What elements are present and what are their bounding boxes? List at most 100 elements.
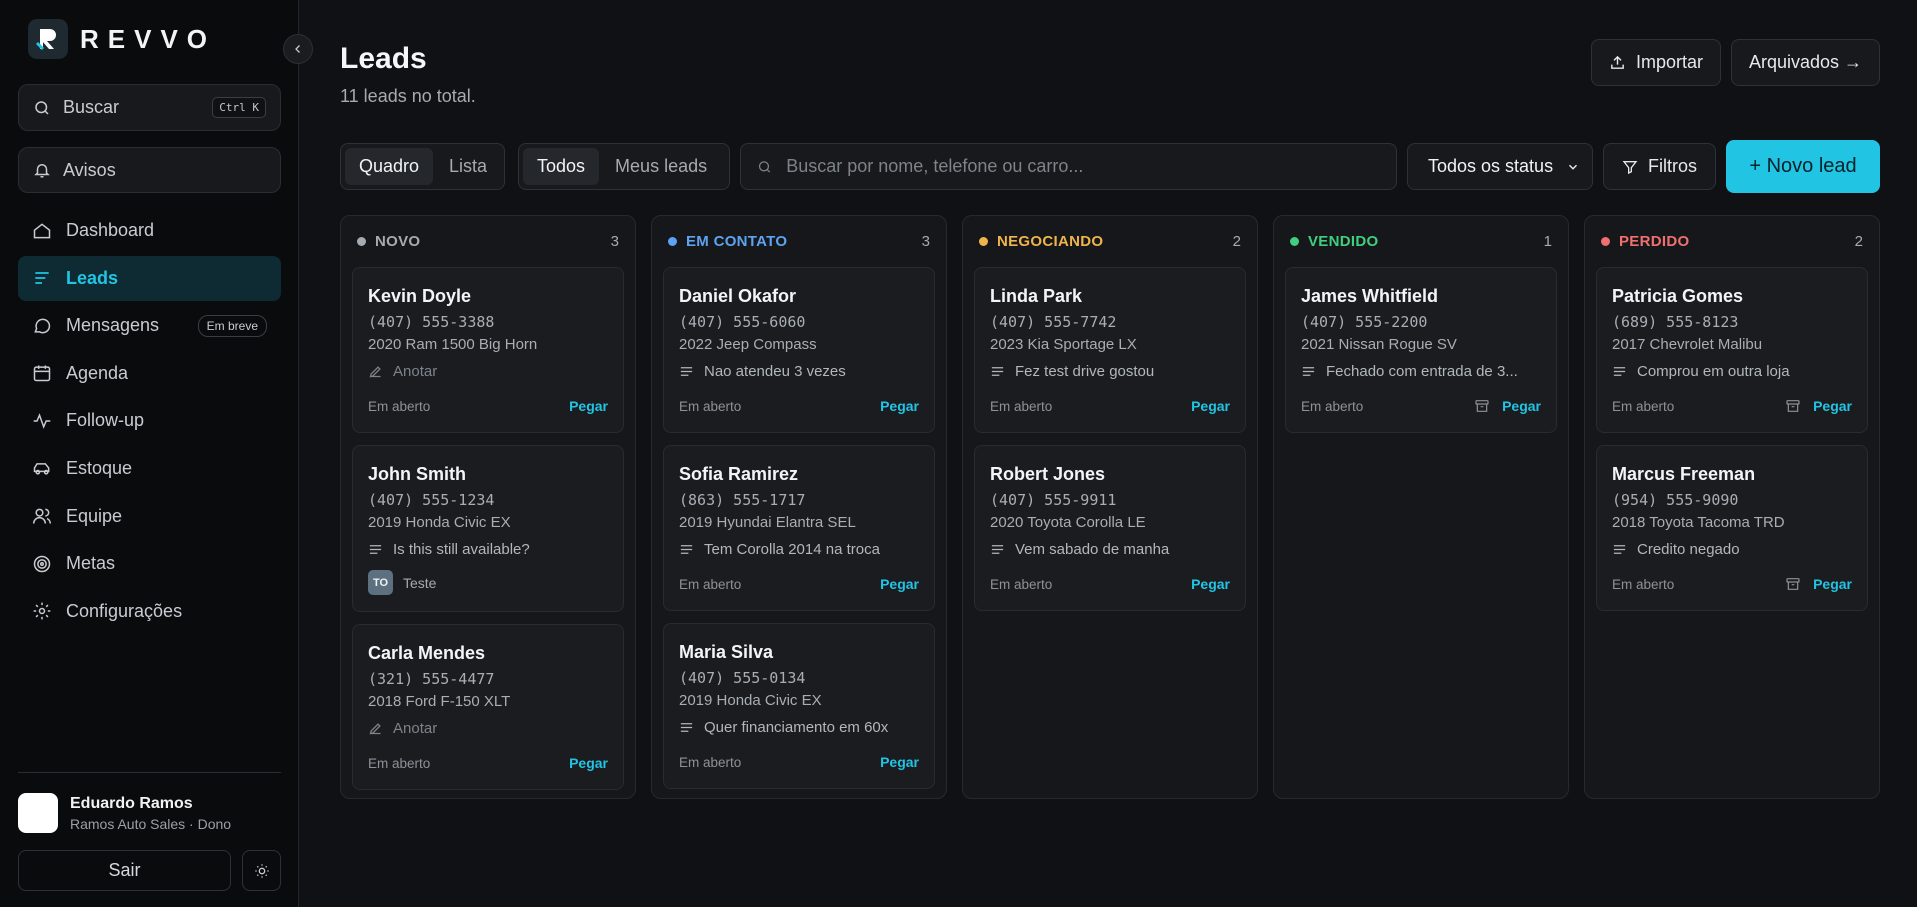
logout-button[interactable]: Sair — [18, 850, 231, 891]
claim-lead-button[interactable]: Pegar — [1502, 398, 1541, 414]
claim-lead-button[interactable]: Pegar — [569, 398, 608, 414]
tab-todos[interactable]: Todos — [523, 148, 600, 185]
lead-status: Em aberto — [1612, 576, 1675, 592]
tab-meus-leads[interactable]: Meus leads — [601, 148, 721, 185]
sidebar-item-leads[interactable]: Leads — [18, 255, 281, 301]
lead-status: Em aberto — [679, 754, 742, 770]
lead-card[interactable]: Sofia Ramirez (863) 555-1717 2019 Hyundai … — [663, 445, 935, 611]
import-button[interactable]: Importar — [1591, 39, 1721, 86]
alerts-button[interactable]: Avisos — [18, 147, 281, 193]
new-lead-button[interactable]: + Novo lead — [1726, 140, 1880, 193]
sidebar-item-equipe[interactable]: Equipe — [18, 494, 281, 539]
claim-lead-button[interactable]: Pegar — [880, 754, 919, 770]
claim-lead-button[interactable]: Pegar — [1813, 576, 1852, 592]
car-icon — [33, 463, 50, 476]
lead-card[interactable]: Daniel Okafor (407) 555-6060 2022 Jeep Com… — [663, 267, 935, 433]
lead-note: Comprou em outra loja — [1612, 363, 1852, 380]
sidebar-item-configuracoes[interactable]: Configurações — [18, 589, 281, 634]
lead-phone: (407) 555-9911 — [990, 491, 1117, 509]
column-count: 3 — [610, 233, 619, 250]
lead-card[interactable]: John Smith (407) 555-1234 2019 Honda Civic… — [352, 445, 624, 612]
assignee-label: Teste — [403, 574, 437, 591]
lead-card[interactable]: Carla Mendes (321) 555-4477 2018 Ford F-15… — [352, 624, 624, 790]
bell-icon — [34, 164, 50, 178]
column-title: PERDIDO — [1619, 233, 1690, 250]
sidebar-item-follow-up[interactable]: Follow-up — [18, 398, 281, 443]
lead-name: Linda Park — [990, 286, 1083, 306]
collapse-sidebar-button[interactable] — [283, 34, 313, 64]
lead-card[interactable]: Patricia Gomes (689) 555-8123 2017 Chevrol… — [1596, 267, 1868, 433]
lead-car: 2018 Ford F-150 XLT — [368, 693, 511, 710]
lead-card[interactable]: Robert Jones (407) 555-9911 2020 Toyota Co… — [974, 445, 1246, 611]
status-select[interactable]: Todos os status — [1407, 143, 1593, 190]
lead-card-footer: Em aberto Pegar — [368, 380, 608, 432]
status-dot — [668, 237, 677, 246]
chevron-left-icon — [295, 45, 300, 53]
lead-search-input[interactable] — [786, 156, 1380, 177]
lead-card[interactable]: Kevin Doyle (407) 555-3388 2020 Ram 1500 B… — [352, 267, 624, 433]
home-icon — [33, 222, 51, 238]
sidebar-item-label: Agenda — [66, 362, 129, 383]
notes-icon — [1613, 367, 1626, 376]
search-shortcut: Ctrl K — [212, 97, 266, 118]
lead-card[interactable]: Linda Park (407) 555-7742 2023 Kia Sportag… — [974, 267, 1246, 433]
claim-lead-button[interactable]: Pegar — [880, 576, 919, 592]
lead-note: Is this still available? — [368, 541, 608, 558]
archive-icon[interactable] — [1474, 398, 1490, 414]
archive-icon[interactable] — [1785, 398, 1801, 414]
claim-lead-button[interactable]: Pegar — [880, 398, 919, 414]
lead-search — [740, 143, 1397, 190]
sidebar-item-label: Configurações — [66, 600, 183, 621]
column-header: NEGOCIANDO 2 — [963, 216, 1257, 267]
sidebar-item-estoque[interactable]: Estoque — [18, 446, 281, 491]
claim-lead-button[interactable]: Pegar — [1813, 398, 1852, 414]
avatar — [18, 793, 58, 833]
claim-lead-button[interactable]: Pegar — [1191, 576, 1230, 592]
lead-car: 2019 Honda Civic EX — [368, 514, 511, 531]
column-negociando: NEGOCIANDO 2 Linda Park (407) 555-7742 2023 … — [962, 215, 1258, 799]
lead-card[interactable]: Maria Silva (407) 555-0134 2019 Honda Civi… — [663, 623, 935, 789]
sidebar-item-dashboard[interactable]: Dashboard — [18, 208, 281, 253]
notes-icon — [991, 367, 1004, 376]
column-header: NOVO 3 — [341, 216, 635, 267]
column-header: PERDIDO 2 — [1585, 216, 1879, 267]
lead-card[interactable]: James Whitfield (407) 555-2200 2021 Nissan… — [1285, 267, 1557, 433]
lead-phone: (689) 555-8123 — [1612, 313, 1739, 331]
lead-note[interactable]: Anotar — [368, 363, 608, 380]
coming-soon-badge: Em breve — [197, 314, 267, 337]
lead-card[interactable]: Marcus Freeman (954) 555-9090 2018 Toyota … — [1596, 445, 1868, 611]
archive-icon[interactable] — [1785, 576, 1801, 592]
column-count: 3 — [921, 233, 930, 250]
tab-lista[interactable]: Lista — [435, 148, 501, 185]
filters-button[interactable]: Filtros — [1603, 143, 1716, 190]
column-title: NOVO — [375, 233, 421, 250]
column-title: VENDIDO — [1308, 233, 1379, 250]
user-profile[interactable]: Eduardo Ramos Ramos Auto Sales · Dono — [18, 793, 231, 833]
alerts-label: Avisos — [63, 159, 116, 180]
sidebar-item-mensagens[interactable]: Mensagens Em breve — [18, 303, 281, 348]
lead-phone: (954) 555-9090 — [1612, 491, 1739, 509]
logo[interactable]: REVVO — [28, 19, 216, 59]
notes-icon — [369, 545, 382, 554]
lead-phone: (321) 555-4477 — [368, 670, 495, 688]
sidebar-item-metas[interactable]: Metas — [18, 541, 281, 586]
lead-phone: (863) 555-1717 — [679, 491, 806, 509]
theme-toggle-button[interactable] — [242, 850, 281, 891]
claim-lead-button[interactable]: Pegar — [1191, 398, 1230, 414]
lead-card-footer: Em aberto Pegar — [1612, 380, 1852, 432]
notes-icon — [1613, 545, 1626, 554]
tab-quadro[interactable]: Quadro — [345, 148, 434, 185]
lead-card-footer: Em aberto Pegar — [679, 380, 919, 432]
status-dot — [979, 237, 988, 246]
sidebar-item-agenda[interactable]: Agenda — [18, 351, 281, 396]
lead-note[interactable]: Anotar — [368, 720, 608, 737]
sidebar-search[interactable]: Buscar Ctrl K — [18, 84, 281, 131]
lead-phone: (407) 555-7742 — [990, 313, 1117, 331]
claim-lead-button[interactable]: Pegar — [569, 755, 608, 771]
column-vendido: VENDIDO 1 James Whitfield (407) 555-2200 202… — [1273, 215, 1569, 799]
column-em-contato: EM CONTATO 3 Daniel Okafor (407) 555-6060 20… — [651, 215, 947, 799]
user-name: Eduardo Ramos — [70, 794, 193, 812]
archived-button[interactable]: Arquivados → — [1731, 39, 1880, 86]
lead-name: Marcus Freeman — [1612, 464, 1756, 484]
notes-icon — [680, 367, 693, 376]
